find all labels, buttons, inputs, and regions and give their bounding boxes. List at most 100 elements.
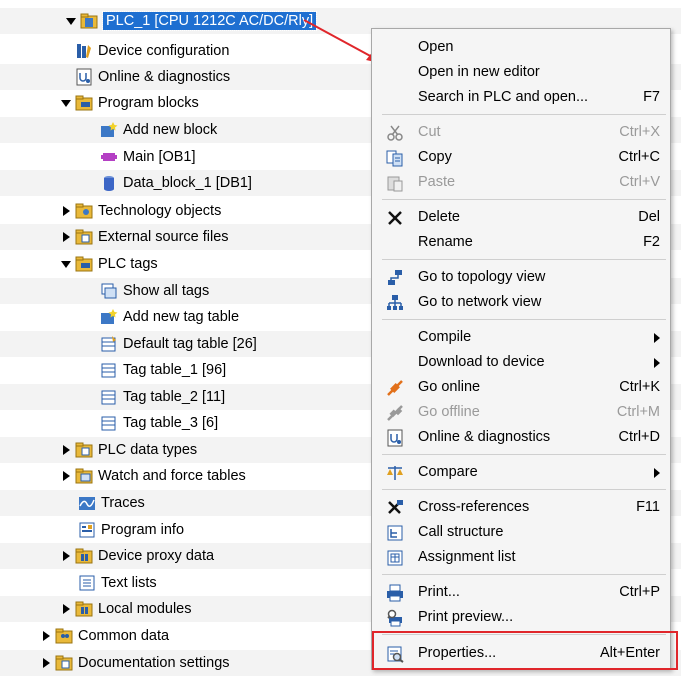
tree-item-text-lists[interactable]: Text lists	[78, 572, 157, 594]
tree-item-online-diagnostics[interactable]: Online & diagnostics	[75, 66, 230, 88]
call-structure-icon	[387, 525, 403, 541]
menu-item-label: Go to network view	[418, 294, 542, 310]
tree-item-plc-data-types[interactable]: PLC data types	[60, 439, 197, 461]
menu-item-topology-view[interactable]: Go to topology view	[372, 265, 670, 290]
menu-item-label: Open in new editor	[418, 64, 540, 80]
tree-item-add-new-tag-table[interactable]: Add new tag table	[100, 306, 239, 328]
tree-item-add-new-block[interactable]: Add new block	[100, 119, 217, 141]
tree-item-watch-force-tables[interactable]: Watch and force tables	[60, 465, 246, 487]
expand-arrow-icon[interactable]	[40, 657, 52, 669]
tree-item-tag-table-1[interactable]: Tag table_1 [96]	[100, 359, 226, 381]
print-icon	[387, 584, 403, 602]
tree-item-documentation-settings[interactable]: Documentation settings	[40, 652, 230, 674]
menu-item-cross-references[interactable]: Cross-references F11	[372, 495, 670, 520]
tree-item-tag-table-2[interactable]: Tag table_2 [11]	[100, 386, 225, 408]
menu-item-label: Compile	[418, 329, 472, 345]
menu-item-network-view[interactable]: Go to network view	[372, 290, 670, 315]
expand-arrow-icon[interactable]	[60, 205, 72, 217]
menu-item-compare[interactable]: Compare	[372, 460, 670, 485]
tag-table-icon	[101, 336, 116, 352]
tree-item-traces[interactable]: Traces	[78, 492, 145, 514]
tree-item-device-proxy-data[interactable]: Device proxy data	[60, 545, 214, 567]
menu-item-download-to-device[interactable]: Download to device	[372, 350, 670, 375]
expand-arrow-icon[interactable]	[65, 15, 77, 27]
menu-item-label: Go online	[418, 379, 481, 395]
menu-item-label: Open	[418, 39, 454, 55]
tree-item-program-info[interactable]: Program info	[78, 519, 184, 541]
menu-item-open-new-editor[interactable]: Open in new editor	[372, 60, 670, 85]
menu-item-search-in-plc[interactable]: Search in PLC and open... F7	[372, 85, 670, 110]
tree-item-technology-objects[interactable]: Technology objects	[60, 200, 221, 222]
menu-item-rename[interactable]: Rename F2	[372, 230, 670, 255]
tree-item-tag-table-3[interactable]: Tag table_3 [6]	[100, 412, 218, 434]
menu-item-paste[interactable]: Paste Ctrl+V	[372, 170, 670, 195]
menu-item-print-preview[interactable]: Print preview...	[372, 605, 670, 630]
expand-arrow-icon[interactable]	[60, 550, 72, 562]
menu-item-label: Go offline	[418, 404, 480, 420]
tree-item-plc-tags[interactable]: PLC tags	[60, 253, 158, 275]
menu-shortcut: Ctrl+M	[616, 404, 660, 420]
expand-arrow-icon[interactable]	[60, 470, 72, 482]
folder-icon	[75, 468, 93, 484]
menu-item-online-diagnostics[interactable]: Online & diagnostics Ctrl+D	[372, 425, 670, 450]
menu-item-delete[interactable]: Delete Del	[372, 205, 670, 230]
expand-arrow-icon[interactable]	[60, 444, 72, 456]
expand-arrow-icon[interactable]	[60, 258, 72, 270]
expand-arrow-icon[interactable]	[60, 97, 72, 109]
menu-item-label: Print...	[418, 584, 460, 600]
assignment-list-icon	[387, 550, 403, 566]
tree-item-data-block-1[interactable]: Data_block_1 [DB1]	[100, 172, 252, 194]
tree-item-default-tag-table[interactable]: Default tag table [26]	[100, 333, 257, 355]
add-table-icon	[101, 309, 118, 324]
menu-separator	[382, 574, 666, 575]
online-diagnostics-icon	[387, 429, 403, 447]
tree-item-label: Program blocks	[98, 95, 199, 111]
annotation-highlight-box	[372, 631, 678, 670]
network-icon	[387, 295, 403, 310]
tree-item-plc-1[interactable]: PLC_1 [CPU 1212C AC/DC/Rly]	[65, 10, 318, 32]
tree-item-label: PLC data types	[98, 442, 198, 458]
menu-item-go-online[interactable]: Go online Ctrl+K	[372, 375, 670, 400]
menu-item-open[interactable]: Open	[372, 35, 670, 60]
topology-icon	[388, 270, 402, 285]
tree-item-label: Text lists	[101, 575, 157, 591]
tree-item-label: Traces	[101, 495, 145, 511]
menu-item-cut[interactable]: Cut Ctrl+X	[372, 120, 670, 145]
tree-item-external-source-files[interactable]: External source files	[60, 226, 229, 248]
expand-arrow-icon[interactable]	[60, 603, 72, 615]
menu-item-go-offline[interactable]: Go offline Ctrl+M	[372, 400, 670, 425]
tree-item-label: Device configuration	[98, 43, 230, 59]
tree-item-label: Device proxy data	[98, 548, 215, 564]
tag-table-icon	[101, 390, 116, 405]
traces-icon	[79, 497, 95, 510]
tree-item-program-blocks[interactable]: Program blocks	[60, 92, 199, 114]
go-online-icon	[387, 380, 403, 396]
menu-item-copy[interactable]: Copy Ctrl+C	[372, 145, 670, 170]
menu-item-compile[interactable]: Compile	[372, 325, 670, 350]
tree-item-common-data[interactable]: Common data	[40, 625, 169, 647]
plc-folder-icon	[80, 13, 98, 29]
submenu-arrow-icon	[654, 358, 660, 368]
tree-item-main-ob1[interactable]: Main [OB1]	[100, 146, 196, 168]
scissors-icon	[387, 125, 403, 141]
expand-arrow-icon[interactable]	[60, 231, 72, 243]
menu-shortcut: Ctrl+D	[618, 429, 661, 445]
expand-arrow-icon[interactable]	[40, 630, 52, 642]
folder-icon	[75, 601, 93, 617]
tree-item-label: Tag table_3 [6]	[123, 415, 219, 431]
menu-item-label: Search in PLC and open...	[418, 89, 589, 105]
context-menu: Open Open in new editor Search in PLC an…	[371, 28, 671, 670]
tag-table-icon	[101, 416, 116, 431]
delete-x-icon	[388, 211, 402, 225]
tree-item-local-modules[interactable]: Local modules	[60, 598, 192, 620]
tree-item-device-configuration[interactable]: Device configuration	[75, 40, 229, 62]
submenu-arrow-icon	[654, 333, 660, 343]
tree-item-label: Technology objects	[98, 203, 222, 219]
menu-item-call-structure[interactable]: Call structure	[372, 520, 670, 545]
menu-item-assignment-list[interactable]: Assignment list	[372, 545, 670, 570]
menu-item-label: Rename	[418, 234, 473, 250]
menu-shortcut: F7	[643, 89, 660, 105]
menu-separator	[382, 259, 666, 260]
tree-item-show-all-tags[interactable]: Show all tags	[100, 280, 209, 302]
menu-item-print[interactable]: Print... Ctrl+P	[372, 580, 670, 605]
